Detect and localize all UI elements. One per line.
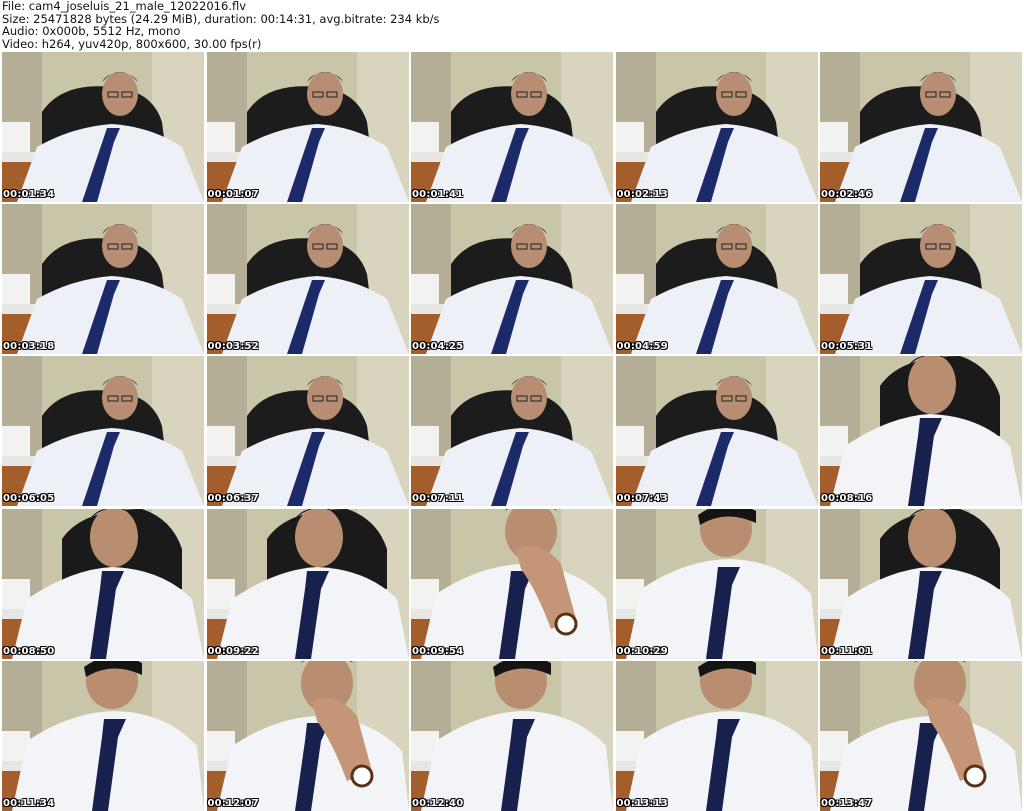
video-thumbnail: 00:02:13: [615, 52, 818, 202]
thumbnail-timestamp: 00:03:18: [3, 341, 55, 353]
thumbnail-frame-image: [2, 204, 204, 355]
thumbnail-frame-image: [820, 52, 1022, 202]
video-thumbnail: 00:05:31: [820, 204, 1022, 355]
thumbnail-frame-image: [206, 52, 409, 202]
file-name-line: File: cam4_joseluis_21_male_12022016.flv: [2, 0, 247, 13]
thumbnail-frame-image: [2, 660, 204, 811]
thumbnail-frame-image: [206, 204, 409, 355]
thumbnail-timestamp: 00:06:37: [207, 493, 259, 505]
thumbnail-timestamp: 00:08:16: [821, 493, 873, 505]
thumbnail-timestamp: 00:01:41: [412, 189, 464, 200]
video-thumbnail: 00:08:50: [2, 508, 204, 659]
video-thumbnail: 00:02:46: [820, 52, 1022, 202]
thumbnail-frame-image: [206, 508, 409, 659]
thumbnail-frame-image: [615, 508, 818, 659]
video-thumbnail: 00:01:07: [206, 52, 409, 202]
thumbnail-frame-image: [411, 356, 613, 507]
video-thumbnail: 00:10:29: [615, 508, 818, 659]
video-thumbnail: 00:09:54: [411, 508, 613, 659]
thumbnail-timestamp: 00:12:40: [412, 797, 464, 809]
thumbnail-timestamp: 00:07:43: [616, 493, 668, 505]
thumbnail-timestamp: 00:01:07: [207, 189, 259, 200]
thumbnail-frame-image: [411, 660, 613, 811]
video-thumbnail: 00:04:59: [615, 204, 818, 355]
video-thumbnail: 00:09:22: [206, 508, 409, 659]
thumbnail-frame-image: [820, 508, 1022, 659]
video-thumbnail: 00:13:47: [820, 660, 1022, 811]
video-info-line: Video: h264, yuv420p, 800x600, 30.00 fps…: [2, 36, 262, 51]
thumbnail-frame-image: [2, 52, 204, 202]
video-thumbnail: 00:03:52: [206, 204, 409, 355]
video-thumbnail: 00:06:37: [206, 356, 409, 507]
thumbnail-timestamp: 00:04:59: [616, 341, 668, 353]
thumbnail-timestamp: 00:07:11: [412, 493, 464, 505]
thumbnail-frame-image: [615, 204, 818, 355]
video-thumbnail: 00:01:34: [2, 52, 204, 202]
thumbnail-timestamp: 00:11:34: [3, 797, 55, 809]
video-thumbnail: 00:07:43: [615, 356, 818, 507]
video-thumbnail: 00:06:05: [2, 356, 204, 507]
thumbnail-timestamp: 00:09:54: [412, 645, 464, 657]
video-thumbnail: 00:03:18: [2, 204, 204, 355]
thumbnail-frame-image: [2, 508, 204, 659]
thumbnail-frame-image: [411, 508, 613, 659]
thumbnail-frame-image: [820, 204, 1022, 355]
audio-info-line: Audio: 0x000b, 5512 Hz, mono: [2, 24, 181, 38]
video-thumbnail: 00:12:40: [411, 660, 613, 811]
thumbnail-grid: 00:01:34 00:01:07 00:01:41 00:02:13 00:02:46…: [2, 52, 1022, 811]
thumbnail-timestamp: 00:10:29: [616, 645, 668, 657]
thumbnail-frame-image: [206, 660, 409, 811]
thumbnail-frame-image: [2, 356, 204, 507]
thumbnail-timestamp: 00:11:01: [821, 645, 873, 657]
thumbnail-timestamp: 00:02:46: [821, 189, 873, 200]
video-thumbnail: 00:04:25: [411, 204, 613, 355]
thumbnail-timestamp: 00:06:05: [3, 493, 55, 505]
thumbnail-frame-image: [820, 356, 1022, 507]
thumbnail-timestamp: 00:12:07: [207, 797, 259, 809]
video-thumbnail: 00:11:01: [820, 508, 1022, 659]
thumbnail-frame-image: [206, 356, 409, 507]
thumbnail-frame-image: [411, 204, 613, 355]
thumbnail-timestamp: 00:04:25: [412, 341, 464, 353]
thumbnail-timestamp: 00:09:22: [207, 645, 259, 657]
video-thumbnail: 00:12:07: [206, 660, 409, 811]
thumbnail-frame-image: [615, 660, 818, 811]
thumbnail-frame-image: [615, 356, 818, 507]
thumbnail-timestamp: 00:05:31: [821, 341, 873, 353]
video-thumbnail: 00:13:13: [615, 660, 818, 811]
thumbnail-timestamp: 00:03:52: [207, 341, 259, 353]
thumbnail-frame-image: [820, 660, 1022, 811]
video-thumbnail: 00:01:41: [411, 52, 613, 202]
thumbnail-timestamp: 00:08:50: [3, 645, 55, 657]
video-thumbnail: 00:08:16: [820, 356, 1022, 507]
thumbnail-timestamp: 00:13:13: [616, 797, 668, 809]
video-thumbnail: 00:11:34: [2, 660, 204, 811]
thumbnail-timestamp: 00:01:34: [3, 189, 55, 200]
file-info-header: File: cam4_joseluis_21_male_12022016.flv…: [2, 0, 1022, 50]
thumbnail-timestamp: 00:02:13: [616, 189, 668, 200]
thumbnail-timestamp: 00:13:47: [821, 797, 873, 809]
thumbnail-frame-image: [615, 52, 818, 202]
thumbnail-frame-image: [411, 52, 613, 202]
video-thumbnail: 00:07:11: [411, 356, 613, 507]
